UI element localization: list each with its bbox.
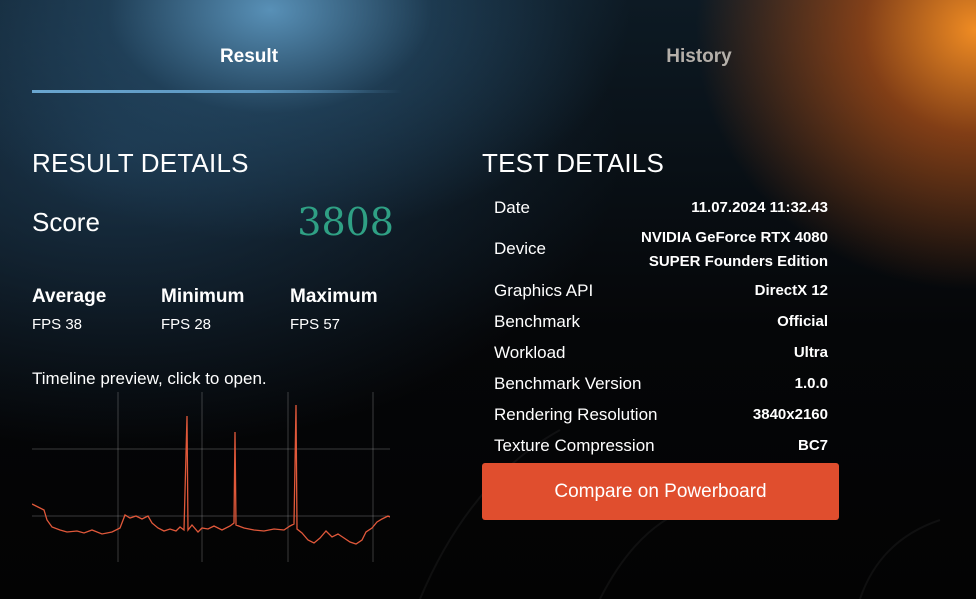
detail-value: DirectX 12: [754, 282, 828, 299]
detail-value: Ultra: [793, 344, 828, 361]
tab-history[interactable]: History: [482, 46, 916, 68]
stat-minimum: Minimum FPS 28: [161, 286, 244, 333]
detail-value: 1.0.0: [794, 375, 828, 392]
detail-value-line2: SUPER Founders Edition: [648, 253, 828, 270]
timeline-caption: Timeline preview, click to open.: [32, 369, 267, 388]
stat-value: FPS 38: [32, 316, 83, 333]
stat-maximum: Maximum FPS 57: [290, 286, 378, 333]
stat-value: FPS 28: [161, 316, 212, 333]
detail-label: Rendering Resolution: [494, 405, 658, 424]
result-details-title: RESULT DETAILS: [32, 148, 249, 178]
score-label: Score: [32, 207, 100, 237]
stat-name: Minimum: [161, 286, 245, 307]
timeline-preview[interactable]: [32, 392, 390, 562]
detail-value: BC7: [797, 437, 828, 454]
timeline-grid: [32, 392, 390, 562]
stat-value: FPS 57: [290, 316, 341, 333]
detail-label: Graphics API: [494, 281, 594, 300]
result-screen: Result History RESULT DETAILS Score 3808…: [0, 0, 976, 599]
stat-name: Maximum: [290, 286, 378, 307]
detail-row-device: Device NVIDIA GeForce RTX 4080 SUPER Fou…: [494, 228, 828, 272]
detail-label: Texture Compression: [494, 436, 655, 455]
stat-average: Average FPS 38: [32, 286, 106, 333]
detail-value-line1: NVIDIA GeForce RTX 4080: [640, 229, 828, 246]
test-details-title: TEST DETAILS: [482, 148, 665, 178]
detail-label: Device: [494, 239, 546, 258]
detail-label: Benchmark Version: [494, 374, 642, 393]
active-tab-indicator: [32, 90, 402, 93]
detail-label: Benchmark: [494, 312, 580, 331]
detail-value: Official: [777, 313, 828, 330]
detail-label: Date: [494, 198, 530, 217]
detail-value: 11.07.2024 11:32.43: [691, 199, 828, 216]
tab-result[interactable]: Result: [32, 46, 466, 68]
detail-value: 3840x2160: [752, 406, 828, 423]
detail-label: Workload: [494, 343, 566, 362]
stat-name: Average: [32, 286, 107, 307]
compare-on-powerboard-button[interactable]: Compare on Powerboard: [482, 463, 839, 520]
score-value: 3808: [297, 200, 394, 244]
timeline-fps-line: [32, 404, 390, 545]
